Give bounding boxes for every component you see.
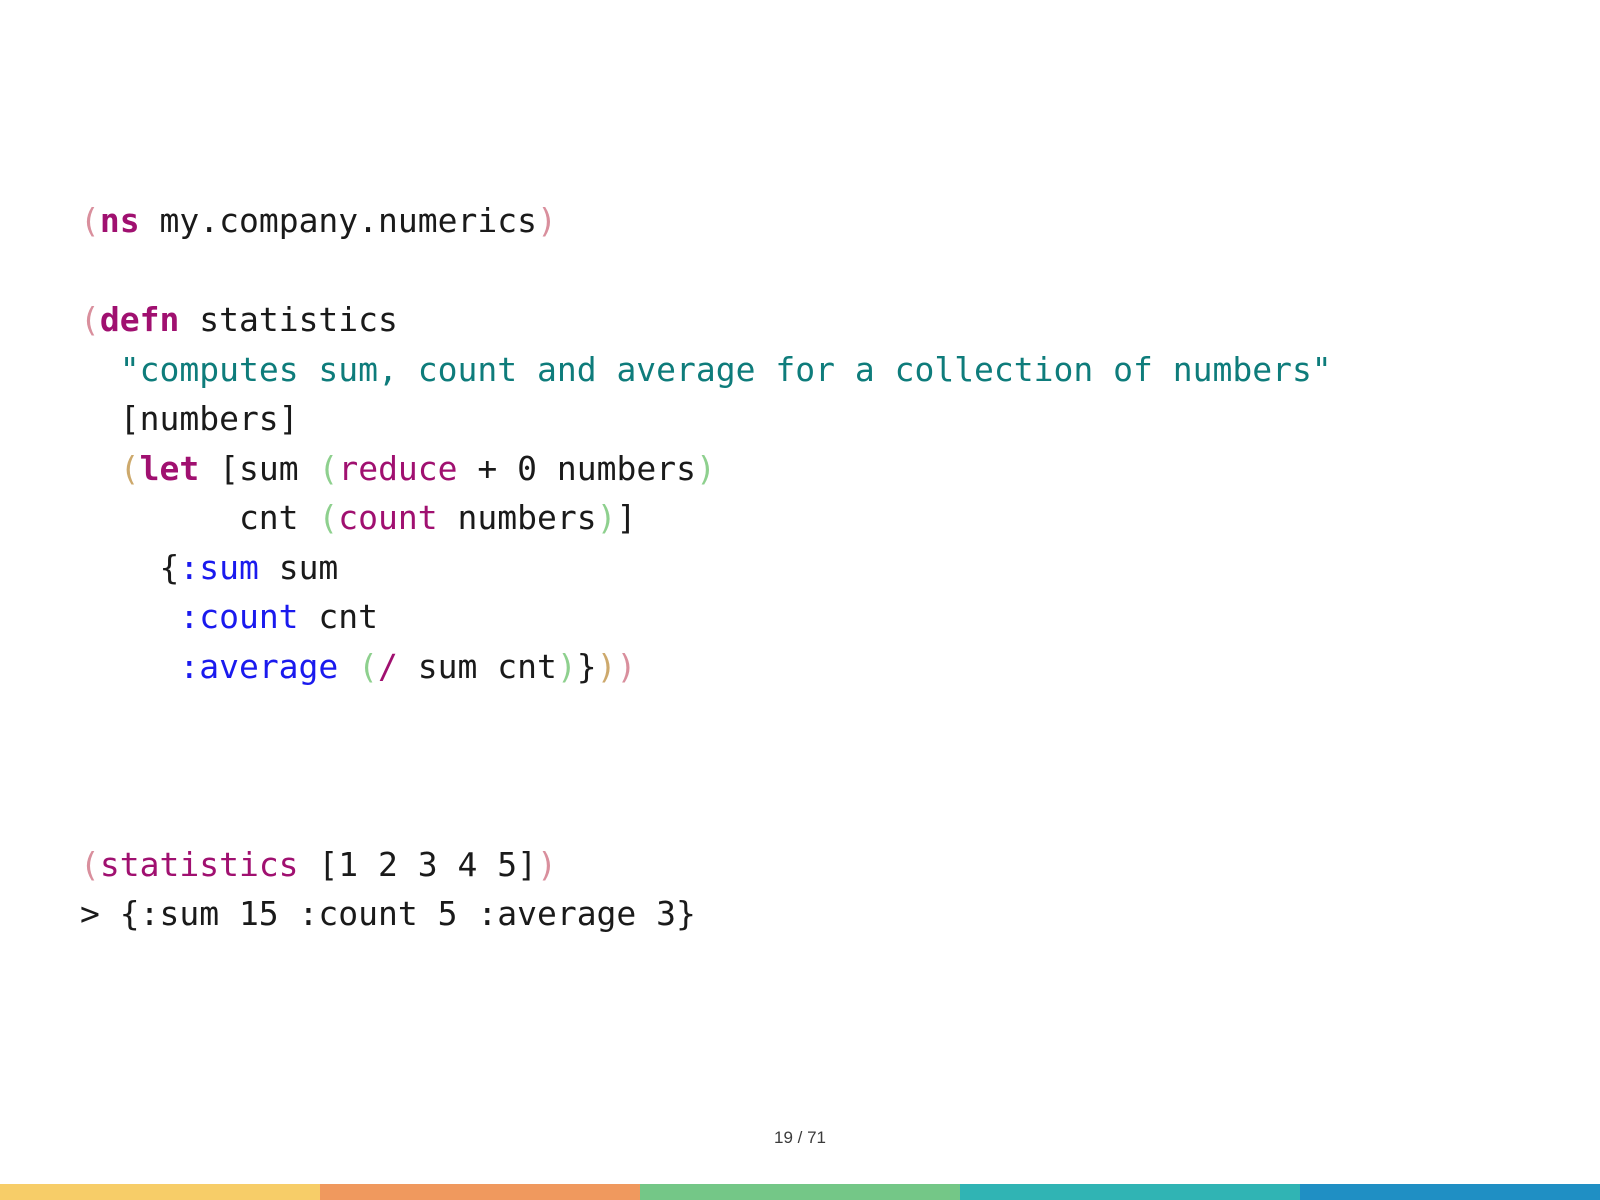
code-token-paren-c: ( xyxy=(358,646,379,686)
code-token-keyword: :count xyxy=(179,597,299,636)
line-result: > {:sum 15 :count 5 :average 3} xyxy=(80,889,1332,939)
code-token-plain: [numbers] xyxy=(80,399,299,438)
line-cnt: cnt (count numbers)] xyxy=(80,493,1332,543)
code-token-paren-b: ( xyxy=(119,448,140,488)
code-token-fn: count xyxy=(338,498,438,537)
line-blank-2 xyxy=(80,691,1332,741)
code-token-plain: [1 2 3 4 5] xyxy=(298,844,537,884)
code-token-def: let xyxy=(139,448,200,488)
segment-orange xyxy=(320,1184,640,1200)
line-call: (statistics [1 2 3 4 5]) xyxy=(80,840,1332,890)
line-docstring: "computes sum, count and average for a c… xyxy=(80,345,1332,395)
code-token-plain: { xyxy=(80,547,180,587)
line-args: [numbers] xyxy=(80,394,1332,444)
code-token-sym: / xyxy=(378,646,398,686)
code-token-string: "computes sum, count and average for a c… xyxy=(119,349,1332,389)
code-token-def: ns xyxy=(99,201,140,240)
code-block: (ns my.company.numerics) (defn statistic… xyxy=(80,196,1332,939)
code-token-paren-c: ( xyxy=(318,498,339,537)
code-token-fn: reduce xyxy=(338,448,458,488)
segment-teal xyxy=(960,1184,1300,1200)
code-token-plain: [sum xyxy=(199,448,319,488)
code-token-plain: cnt xyxy=(298,597,379,636)
code-token-paren-c: ) xyxy=(695,448,716,488)
code-token-paren-a: ) xyxy=(536,844,557,884)
line-map-average: :average (/ sum cnt)})) xyxy=(80,642,1332,692)
code-token-paren-a: ( xyxy=(80,844,100,884)
code-token-plain: sum cnt xyxy=(397,646,557,686)
line-ns: (ns my.company.numerics) xyxy=(80,196,1332,246)
line-blank-4 xyxy=(80,790,1332,840)
code-token-paren-b: ) xyxy=(596,646,617,686)
segment-green xyxy=(640,1184,960,1200)
code-token-paren-c: ( xyxy=(318,448,339,488)
code-token-paren-a: ) xyxy=(536,201,557,240)
code-token-def: defn xyxy=(99,300,180,339)
line-let: (let [sum (reduce + 0 numbers) xyxy=(80,444,1332,494)
code-token-paren-a: ( xyxy=(80,201,100,240)
code-token-keyword: :sum xyxy=(179,547,259,587)
code-token-plain: + 0 numbers xyxy=(457,448,696,488)
segment-yellow xyxy=(0,1184,320,1200)
segment-blue xyxy=(1300,1184,1600,1200)
code-token-plain: } xyxy=(576,646,597,686)
code-token-paren-c: ) xyxy=(556,646,577,686)
line-defn: (defn statistics xyxy=(80,295,1332,345)
code-token-paren-a: ( xyxy=(80,300,100,339)
code-token-plain: my.company.numerics xyxy=(139,201,537,240)
code-token-paren-c: ) xyxy=(596,498,617,537)
code-token-plain: ] xyxy=(616,498,637,537)
code-token-plain: numbers xyxy=(437,498,597,537)
code-token-plain: cnt xyxy=(80,498,319,537)
code-token-keyword: :average xyxy=(179,646,339,686)
code-token-plain: > {:sum 15 :count 5 :average 3} xyxy=(80,894,696,933)
code-token-fn: statistics xyxy=(99,844,299,884)
line-map-count: :count cnt xyxy=(80,592,1332,642)
page-number: 19 / 71 xyxy=(774,1128,826,1147)
code-token-plain: statistics xyxy=(179,300,398,339)
line-blank-3 xyxy=(80,741,1332,791)
line-map-sum: {:sum sum xyxy=(80,543,1332,593)
slide-canvas: (ns my.company.numerics) (defn statistic… xyxy=(0,0,1600,1200)
line-blank-1 xyxy=(80,246,1332,296)
code-token-plain: sum xyxy=(258,547,339,587)
footer-color-bar xyxy=(0,1184,1600,1200)
code-token-paren-a: ) xyxy=(616,646,637,686)
